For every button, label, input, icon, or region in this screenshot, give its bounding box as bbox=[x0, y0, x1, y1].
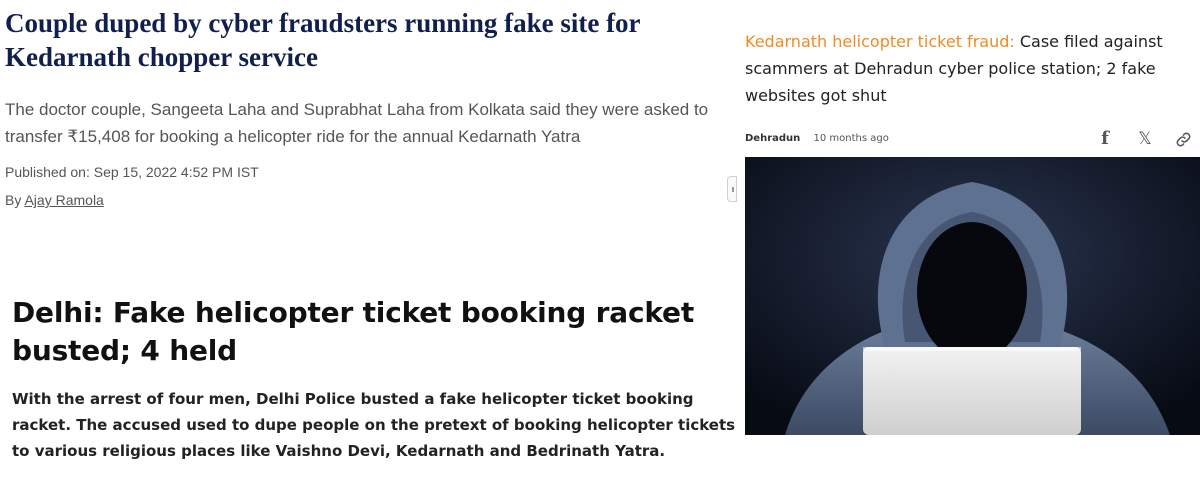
scroll-handle[interactable] bbox=[727, 176, 737, 202]
article-title[interactable]: Couple duped by cyber fraudsters running… bbox=[5, 6, 735, 74]
article-subtitle: The doctor couple, Sangeeta Laha and Sup… bbox=[5, 100, 709, 146]
byline: By Ajay Ramola bbox=[5, 192, 735, 208]
article-headline[interactable]: Kedarnath helicopter ticket fraud: Case … bbox=[745, 28, 1185, 109]
headline-kicker: Kedarnath helicopter ticket fraud: bbox=[745, 32, 1015, 51]
article-dehradun-case: Kedarnath helicopter ticket fraud: Case … bbox=[745, 28, 1200, 435]
link-icon[interactable] bbox=[1173, 129, 1193, 149]
hacker-photo bbox=[745, 157, 1200, 435]
article-hindustan-times: Couple duped by cyber fraudsters running… bbox=[5, 6, 735, 208]
article-delhi-racket: Delhi: Fake helicopter ticket booking ra… bbox=[12, 294, 737, 464]
article-meta: Dehradun 10 months ago f 𝕏 bbox=[745, 129, 1200, 149]
facebook-icon[interactable]: f bbox=[1098, 129, 1112, 149]
byline-prefix: By bbox=[5, 192, 22, 208]
timestamp: 10 months ago bbox=[813, 133, 889, 144]
x-icon[interactable]: 𝕏 bbox=[1135, 129, 1155, 149]
article-title[interactable]: Delhi: Fake helicopter ticket booking ra… bbox=[12, 294, 737, 370]
author-link[interactable]: Ajay Ramola bbox=[24, 192, 103, 208]
location-label: Dehradun bbox=[745, 133, 801, 144]
published-date: Published on: Sep 15, 2022 4:52 PM IST bbox=[5, 164, 259, 180]
article-summary: With the arrest of four men, Delhi Polic… bbox=[12, 390, 736, 460]
